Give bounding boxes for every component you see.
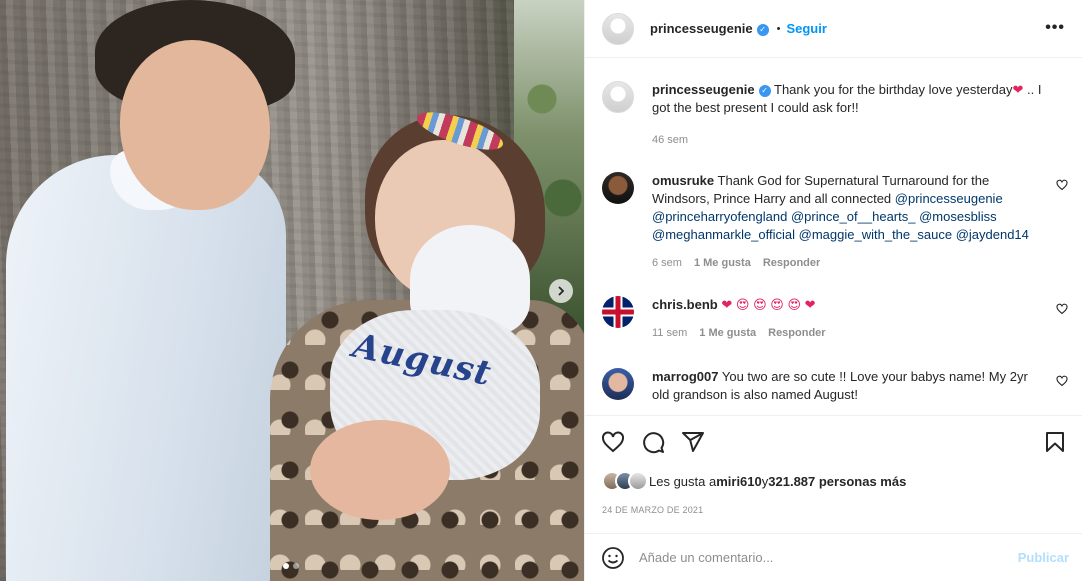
caption-body: princesseugenie ✓ Thank you for the birth…: [652, 81, 1042, 149]
post-detail-panel: princesseugenie ✓ • Seguir ••• princesseu…: [584, 0, 1082, 581]
comment-username[interactable]: chris.benb: [652, 297, 718, 312]
author-username-text[interactable]: princesseugenie: [650, 21, 753, 36]
mention-link[interactable]: @princeharryofengland: [652, 209, 787, 224]
red-heart-emoji: ❤: [721, 297, 733, 312]
share-icon[interactable]: [681, 430, 705, 454]
caption-avatar[interactable]: [602, 81, 634, 113]
reply-button[interactable]: Responder: [768, 324, 825, 342]
action-icons: [601, 430, 705, 454]
likes-summary[interactable]: Les gusta a miri610 y 321.887 personas m…: [602, 471, 906, 491]
comment-icon[interactable]: [641, 430, 665, 454]
header-separator: •: [776, 22, 781, 35]
man-shirt: [6, 155, 286, 581]
heart-eyes-emoji: 😍: [770, 297, 784, 312]
comment-item: chris.benb ❤ 😍 😍 😍 😍 ❤ 11 sem 1 Me gusta…: [602, 296, 1072, 342]
post-photo[interactable]: August: [0, 0, 584, 581]
comment-likes-count[interactable]: 1 Me gusta: [699, 324, 756, 342]
more-icon[interactable]: •••: [1045, 19, 1065, 37]
next-photo-button[interactable]: [549, 279, 573, 303]
red-heart-emoji: ❤: [804, 297, 816, 312]
comment-username[interactable]: marrog007: [652, 369, 718, 384]
comment-username[interactable]: omusruke: [652, 173, 714, 188]
man-face: [120, 40, 270, 210]
save-icon[interactable]: [1043, 430, 1067, 454]
comment-meta: 6 sem 1 Me gusta Responder: [652, 254, 1042, 272]
comment-item: omusruke Thank God for Supernatural Turn…: [602, 172, 1072, 272]
mention-link[interactable]: @mosesbliss: [919, 209, 997, 224]
comments-list[interactable]: princesseugenie ✓ Thank you for the birth…: [585, 59, 1082, 415]
comment-time[interactable]: 6 sem: [652, 254, 682, 272]
comment-time[interactable]: 11 sem: [652, 324, 687, 342]
caption-username[interactable]: princesseugenie: [652, 82, 755, 97]
mention-link[interactable]: @jaydend14: [956, 227, 1029, 242]
post-actions: Les gusta a miri610 y 321.887 personas m…: [585, 415, 1082, 515]
chevron-right-icon: [558, 286, 565, 296]
author-avatar[interactable]: [602, 12, 634, 45]
heart-icon[interactable]: [601, 430, 625, 454]
mention-link[interactable]: @princesseugenie: [895, 191, 1003, 206]
post-header: princesseugenie ✓ • Seguir •••: [585, 0, 1082, 58]
comment-item: marrog007 You two are so cute !! Love yo…: [602, 368, 1072, 404]
carousel-dot: [293, 563, 299, 569]
likes-count[interactable]: 321.887 personas más: [768, 474, 906, 489]
emoji-icon[interactable]: [601, 546, 625, 570]
liker-username[interactable]: miri610: [716, 474, 762, 489]
holding-hands: [310, 420, 450, 520]
liker-avatar: [628, 471, 648, 491]
follow-button[interactable]: Seguir: [786, 21, 826, 36]
verified-icon: ✓: [758, 84, 771, 97]
author-username[interactable]: princesseugenie ✓: [650, 21, 769, 36]
heart-eyes-emoji: 😍: [753, 297, 767, 312]
reply-button[interactable]: Responder: [763, 254, 820, 272]
heart-icon[interactable]: [1056, 179, 1068, 191]
add-comment-bar: Publicar: [585, 533, 1082, 581]
verified-icon: ✓: [756, 23, 769, 36]
likes-prefix: Les gusta a: [649, 473, 717, 489]
comment-meta: 11 sem 1 Me gusta Responder: [652, 324, 1042, 342]
carousel-indicator: [283, 563, 299, 569]
carousel-dot-active: [283, 563, 289, 569]
heart-eyes-emoji: 😍: [787, 297, 802, 312]
comment-input[interactable]: [639, 550, 999, 565]
caption-time[interactable]: 46 sem: [652, 131, 688, 149]
heart-icon[interactable]: [1056, 303, 1068, 315]
liker-avatars: [602, 471, 648, 491]
commenter-avatar[interactable]: [602, 296, 634, 328]
commenter-avatar[interactable]: [602, 368, 634, 400]
comment-body: chris.benb ❤ 😍 😍 😍 😍 ❤ 11 sem 1 Me gusta…: [652, 296, 1042, 342]
caption-text: Thank you for the birthday love yesterda…: [774, 82, 1013, 97]
red-heart-emoji: ❤: [1012, 82, 1024, 97]
mention-link[interactable]: @prince_of__hearts_: [791, 209, 916, 224]
comment-likes-count[interactable]: 1 Me gusta: [694, 254, 751, 272]
comment-body: omusruke Thank God for Supernatural Turn…: [652, 172, 1042, 272]
publish-button[interactable]: Publicar: [1018, 550, 1069, 565]
mention-link[interactable]: @meghanmarkle_official: [652, 227, 795, 242]
commenter-avatar[interactable]: [602, 172, 634, 204]
comment-body: marrog007 You two are so cute !! Love yo…: [652, 368, 1042, 404]
post-caption: princesseugenie ✓ Thank you for the birth…: [602, 81, 1072, 149]
caption-meta: 46 sem: [652, 131, 1042, 149]
heart-icon[interactable]: [1056, 375, 1068, 387]
mention-link[interactable]: @maggie_with_the_sauce: [799, 227, 952, 242]
heart-eyes-emoji: 😍: [735, 297, 750, 312]
post-date[interactable]: 24 DE MARZO DE 2021: [602, 505, 703, 515]
